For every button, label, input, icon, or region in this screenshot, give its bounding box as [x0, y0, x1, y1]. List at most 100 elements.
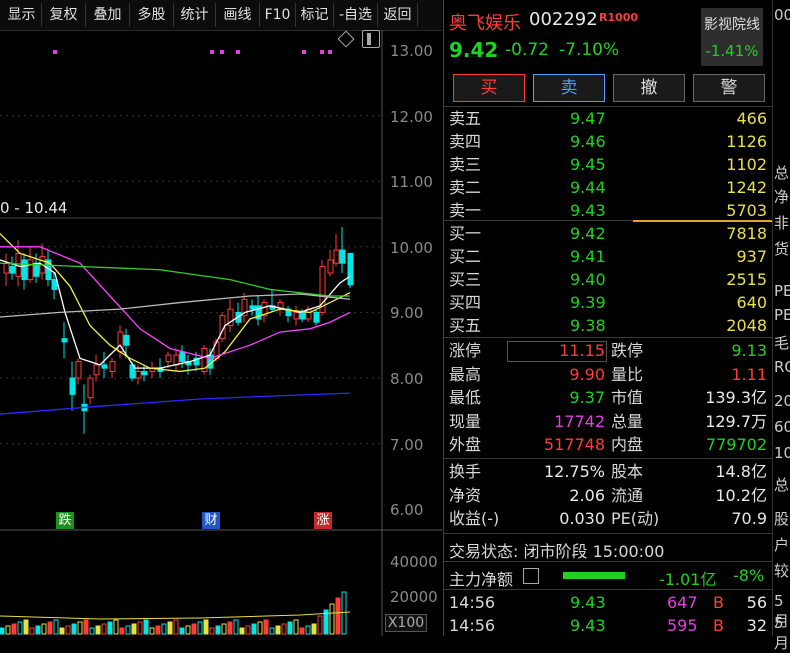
volume-bar [263, 619, 269, 635]
tick-time: 14:56 [449, 593, 496, 612]
book-label: 买一 [449, 224, 482, 243]
sector-box[interactable]: 影视院线 -1.41% [701, 8, 763, 66]
stat-label: 最低 [449, 388, 482, 407]
main-flow-bar [563, 572, 625, 579]
side-info-text: 总 [774, 476, 790, 494]
stat-label: 股本 [611, 462, 644, 481]
candle-up [27, 259, 34, 281]
quote-panel: 奥飞娱乐 002292 R1000 9.42 -0.72 -7.10% 影视院线… [443, 0, 773, 636]
side-info-text: PE [774, 306, 790, 324]
stat-label: 内盘 [611, 435, 644, 454]
volume-bar [239, 627, 245, 635]
candle-down [179, 351, 186, 363]
book-row[interactable]: 买五 9.38 2048 [443, 314, 773, 337]
side-info-text: 较 [774, 562, 790, 580]
book-row[interactable]: 买一 9.42 7818 [443, 222, 773, 245]
volume-bar [179, 627, 185, 635]
book-price: 9.39 [570, 293, 606, 312]
candle-down [9, 265, 16, 274]
book-row[interactable]: 卖四 9.46 1126 [443, 130, 773, 153]
toolbar-button-7[interactable]: 标记 [296, 3, 334, 27]
toolbar-button-1[interactable]: 复权 [42, 3, 86, 27]
book-row[interactable]: 买二 9.41 937 [443, 245, 773, 268]
stock-badge: R1000 [599, 11, 639, 24]
side-info-text: 净 [774, 188, 790, 206]
toolbar-button-6[interactable]: F10 [260, 3, 296, 27]
book-row[interactable]: 卖一 9.43 5703 [443, 199, 773, 222]
book-row[interactable]: 买四 9.39 640 [443, 291, 773, 314]
side-info-text: 总 [774, 164, 790, 182]
book-row[interactable]: 卖五 9.47 466 [443, 107, 773, 130]
book-label: 卖二 [449, 178, 482, 197]
volume-bar [197, 621, 203, 635]
stat-label: 量比 [611, 364, 644, 384]
price-tick: 11.00 [390, 173, 433, 192]
book-volume: 2515 [726, 270, 767, 289]
volume-bar [251, 623, 257, 635]
book-row[interactable]: 卖三 9.45 1102 [443, 153, 773, 176]
sell-button[interactable]: 卖 [533, 74, 605, 102]
toolbar-button-3[interactable]: 多股 [130, 3, 174, 27]
book-row[interactable]: 卖二 9.44 1242 [443, 176, 773, 199]
tick-count: 56 [746, 593, 767, 612]
list-icon[interactable] [523, 568, 539, 584]
toolbar-button-8[interactable]: -自选 [334, 3, 378, 27]
volume-bar [47, 621, 53, 635]
price-change-pct: -7.10% [559, 40, 620, 60]
stat-value: 14.8亿 [715, 462, 767, 481]
book-price: 9.44 [570, 178, 606, 197]
volume-bar [77, 621, 83, 635]
volume-bar [317, 615, 323, 635]
volume-bar [119, 627, 125, 635]
book-label: 买五 [449, 316, 482, 335]
book-volume: 640 [736, 293, 767, 312]
tick-price: 9.43 [570, 593, 606, 612]
buy-button[interactable]: 买 [453, 74, 525, 102]
stat-label: 外盘 [449, 435, 482, 454]
cancel-order-button[interactable]: 撤 [613, 74, 685, 102]
fundamental-row: 收益(-) 0.030 PE(动) 70.9 [443, 507, 773, 530]
stock-code: 002292 [529, 9, 598, 30]
candle-down [299, 311, 306, 320]
side-info-text: PE [774, 282, 790, 300]
volume-bar [209, 627, 215, 635]
stat-value: 779702 [705, 435, 767, 454]
stat-label: 收益(-) [449, 509, 500, 528]
price-axis: 13.00 12.00 11.00 10.00 9.00 8.00 7.00 6.00 [390, 0, 442, 530]
panel-toggle-icon[interactable] [362, 30, 380, 48]
price-tick: 6.00 [390, 501, 424, 520]
event-marker[interactable]: 财 [202, 512, 220, 529]
candle-up [87, 377, 94, 399]
main-flow-label: 主力净额 [449, 570, 514, 589]
stat-label: 总量 [611, 411, 644, 431]
stats-row: 涨停 11.15 跌停 9.13 [443, 339, 773, 362]
volume-bar [299, 627, 305, 635]
kline-chart[interactable] [0, 30, 442, 636]
volume-bar [101, 623, 107, 635]
toolbar-button-2[interactable]: 叠加 [86, 3, 130, 27]
volume-bar [281, 623, 287, 635]
book-label: 卖五 [449, 109, 482, 128]
alert-button[interactable]: 警 [693, 74, 765, 102]
divider [443, 561, 773, 562]
event-marker[interactable]: 跌 [56, 512, 74, 529]
toolbar-button-5[interactable]: 画线 [216, 3, 260, 27]
book-row[interactable]: 买三 9.40 2515 [443, 268, 773, 291]
book-volume: 466 [736, 109, 767, 128]
volume-unit-label: X100 [385, 614, 427, 632]
side-info-strip: 00总净非货PEPE毛RO206010总股户较5月5月 [772, 0, 790, 652]
candle-down [123, 334, 130, 346]
book-price: 9.40 [570, 270, 606, 289]
event-marker[interactable]: 涨 [314, 512, 332, 529]
stat-label: 净资 [449, 485, 482, 505]
divider [443, 458, 773, 459]
signal-dot [236, 50, 240, 54]
stat-value: 12.75% [543, 462, 605, 481]
volume-bar [23, 619, 29, 635]
volume-tick: 20000 [390, 588, 438, 606]
toolbar-button-4[interactable]: 统计 [174, 3, 216, 27]
toolbar-button-0[interactable]: 显示 [2, 3, 42, 27]
side-info-text: 00 [774, 6, 790, 24]
last-price: 9.42 [449, 38, 499, 62]
candle-down [339, 249, 346, 264]
